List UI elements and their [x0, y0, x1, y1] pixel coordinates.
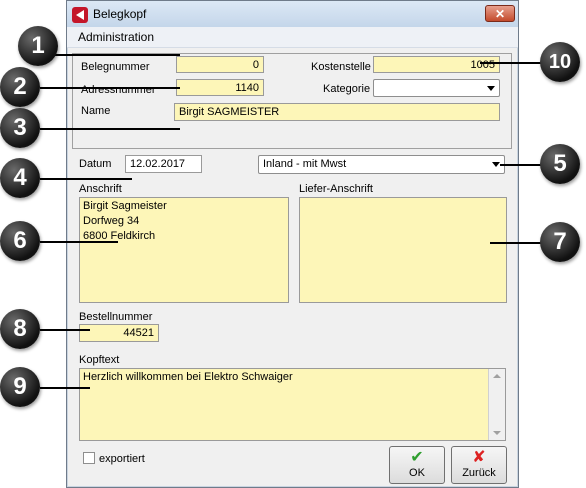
name-label: Name: [81, 105, 111, 117]
callout-line-6: [40, 241, 118, 243]
menu-bar: Administration: [67, 27, 518, 48]
scroll-down-icon[interactable]: [493, 431, 501, 435]
callout-line-2: [40, 87, 180, 89]
kostenstelle-label: Kostenstelle: [311, 61, 371, 73]
liefer-anschrift-textarea[interactable]: [299, 197, 507, 303]
callout-line-3: [40, 128, 180, 130]
callout-10: 10: [540, 42, 580, 82]
exportiert-label: exportiert: [99, 453, 145, 465]
adressnummer-field[interactable]: 1140: [176, 79, 264, 96]
steuer-value: Inland - mit Mwst: [263, 158, 347, 170]
callout-2: 2: [0, 67, 40, 107]
chevron-down-icon: [487, 86, 495, 91]
anschrift-label: Anschrift: [79, 183, 122, 195]
datum-field[interactable]: 12.02.2017: [125, 155, 202, 173]
kostenstelle-field[interactable]: 1005: [373, 56, 500, 73]
dialog-window: Belegkopf ✕ Administration Belegnummer 0…: [66, 0, 519, 488]
bestellnummer-label: Bestellnummer: [79, 311, 153, 323]
close-button[interactable]: ✕: [485, 5, 515, 22]
belegnummer-field[interactable]: 0: [176, 56, 264, 73]
title-bar[interactable]: Belegkopf ✕: [67, 1, 518, 28]
callout-4: 4: [0, 158, 40, 198]
callout-7: 7: [540, 222, 580, 262]
kopftext-value: Herzlich willkommen bei Elektro Schwaige…: [83, 371, 293, 383]
steuer-select[interactable]: Inland - mit Mwst: [258, 155, 505, 174]
chevron-down-icon: [492, 162, 500, 167]
anschrift-line: Dorfweg 34: [83, 215, 140, 227]
ok-button[interactable]: ✔ OK: [389, 446, 445, 484]
scroll-up-icon[interactable]: [493, 374, 501, 378]
name-field[interactable]: Birgit SAGMEISTER: [174, 103, 500, 121]
callout-1: 1: [18, 26, 58, 66]
zurueck-button-label: Zurück: [462, 467, 496, 479]
kopftext-textarea[interactable]: Herzlich willkommen bei Elektro Schwaige…: [79, 368, 506, 441]
belegnummer-label: Belegnummer: [81, 61, 150, 73]
datum-label: Datum: [79, 158, 112, 170]
exportiert-checkbox[interactable]: [83, 452, 95, 464]
callout-3: 3: [0, 108, 40, 148]
callout-line-9: [40, 387, 90, 389]
callout-line-4: [40, 178, 132, 180]
window-title: Belegkopf: [93, 7, 147, 21]
kategorie-label: Kategorie: [323, 83, 371, 95]
callout-9: 9: [0, 367, 40, 407]
liefer-anschrift-label: Liefer-Anschrift: [299, 183, 373, 195]
callout-line-8: [40, 329, 90, 331]
zurueck-button[interactable]: ✘ Zurück: [451, 446, 507, 484]
anschrift-textarea[interactable]: Birgit Sagmeister Dorfweg 34 6800 Feldki…: [79, 197, 289, 303]
bestellnummer-field[interactable]: 44521: [79, 324, 159, 342]
callout-5: 5: [540, 144, 580, 184]
kategorie-select[interactable]: [373, 79, 500, 97]
cross-icon: ✘: [472, 449, 486, 466]
adressnummer-label: Adressnummer: [81, 84, 156, 96]
callout-line-1: [40, 54, 180, 56]
menu-item-administration[interactable]: Administration: [78, 30, 154, 44]
callout-8: 8: [0, 309, 40, 349]
ok-button-label: OK: [409, 467, 425, 479]
checkmark-icon: ✔: [410, 449, 424, 466]
app-logo-icon: [72, 7, 88, 23]
kopftext-label: Kopftext: [79, 354, 120, 366]
anschrift-line: Birgit Sagmeister: [83, 200, 167, 212]
kopftext-scrollbar[interactable]: [488, 369, 505, 440]
callout-6: 6: [0, 221, 40, 261]
